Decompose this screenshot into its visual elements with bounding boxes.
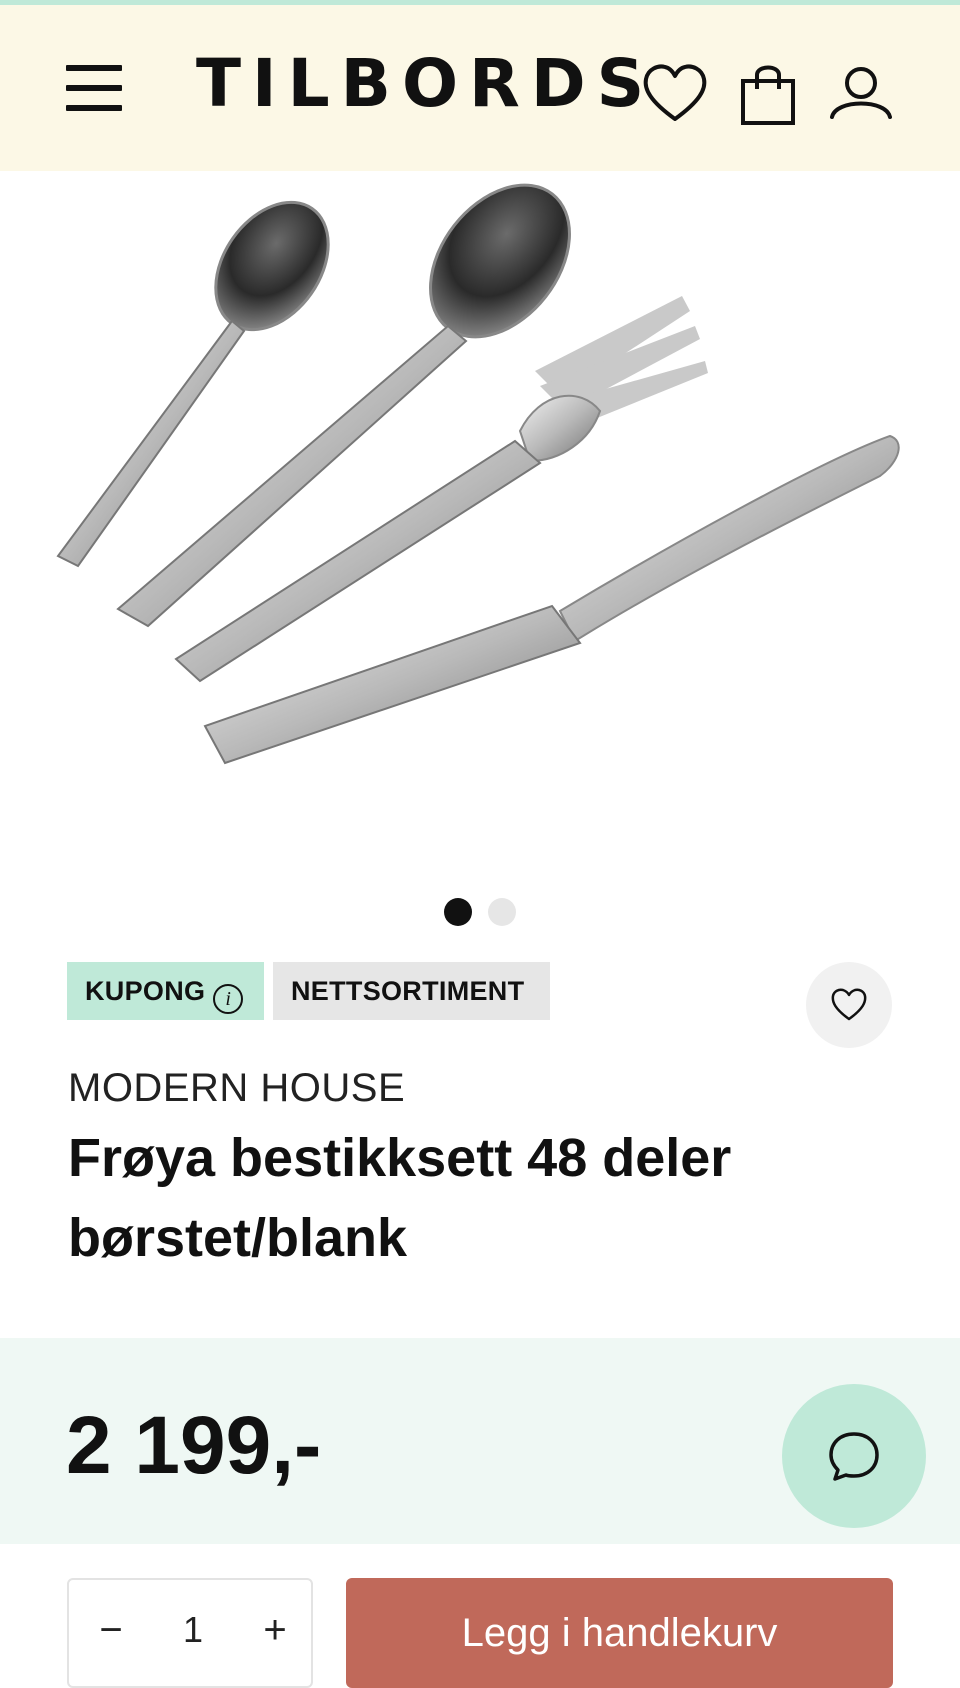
product-brand[interactable]: MODERN HOUSE [68,1064,405,1112]
decrease-quantity-button[interactable]: − [81,1600,141,1660]
add-to-wishlist-button[interactable] [806,962,892,1048]
chat-bubble-icon [829,1432,879,1481]
product-image[interactable] [0,171,960,881]
add-to-cart-button[interactable]: Legg i handlekurv [346,1578,893,1688]
product-title: Frøya bestikksett 48 deler børstet/blank [68,1128,732,1268]
coupon-badge-label: KUPONG [85,976,206,1006]
online-only-badge: NETTSORTIMENT [273,962,550,1020]
gallery-pagination [444,898,524,926]
site-logo[interactable]: TILBORDS [196,49,644,119]
product-price: 2 199,- [66,1400,322,1491]
shopping-bag-icon[interactable] [733,59,803,129]
quantity-input[interactable] [153,1600,233,1660]
hamburger-menu-icon[interactable] [66,65,122,117]
gallery-dot-1[interactable] [444,898,472,926]
site-header: TILBORDS [0,5,960,171]
coupon-badge[interactable]: KUPONG i [67,962,264,1020]
gallery-dot-2[interactable] [488,898,516,926]
chat-button[interactable] [782,1384,926,1528]
heart-icon [831,988,867,1021]
quantity-stepper: − + [67,1578,313,1688]
user-icon[interactable] [826,59,896,129]
heart-icon[interactable] [640,59,710,129]
increase-quantity-button[interactable]: + [245,1600,305,1660]
info-icon[interactable]: i [213,984,244,1014]
